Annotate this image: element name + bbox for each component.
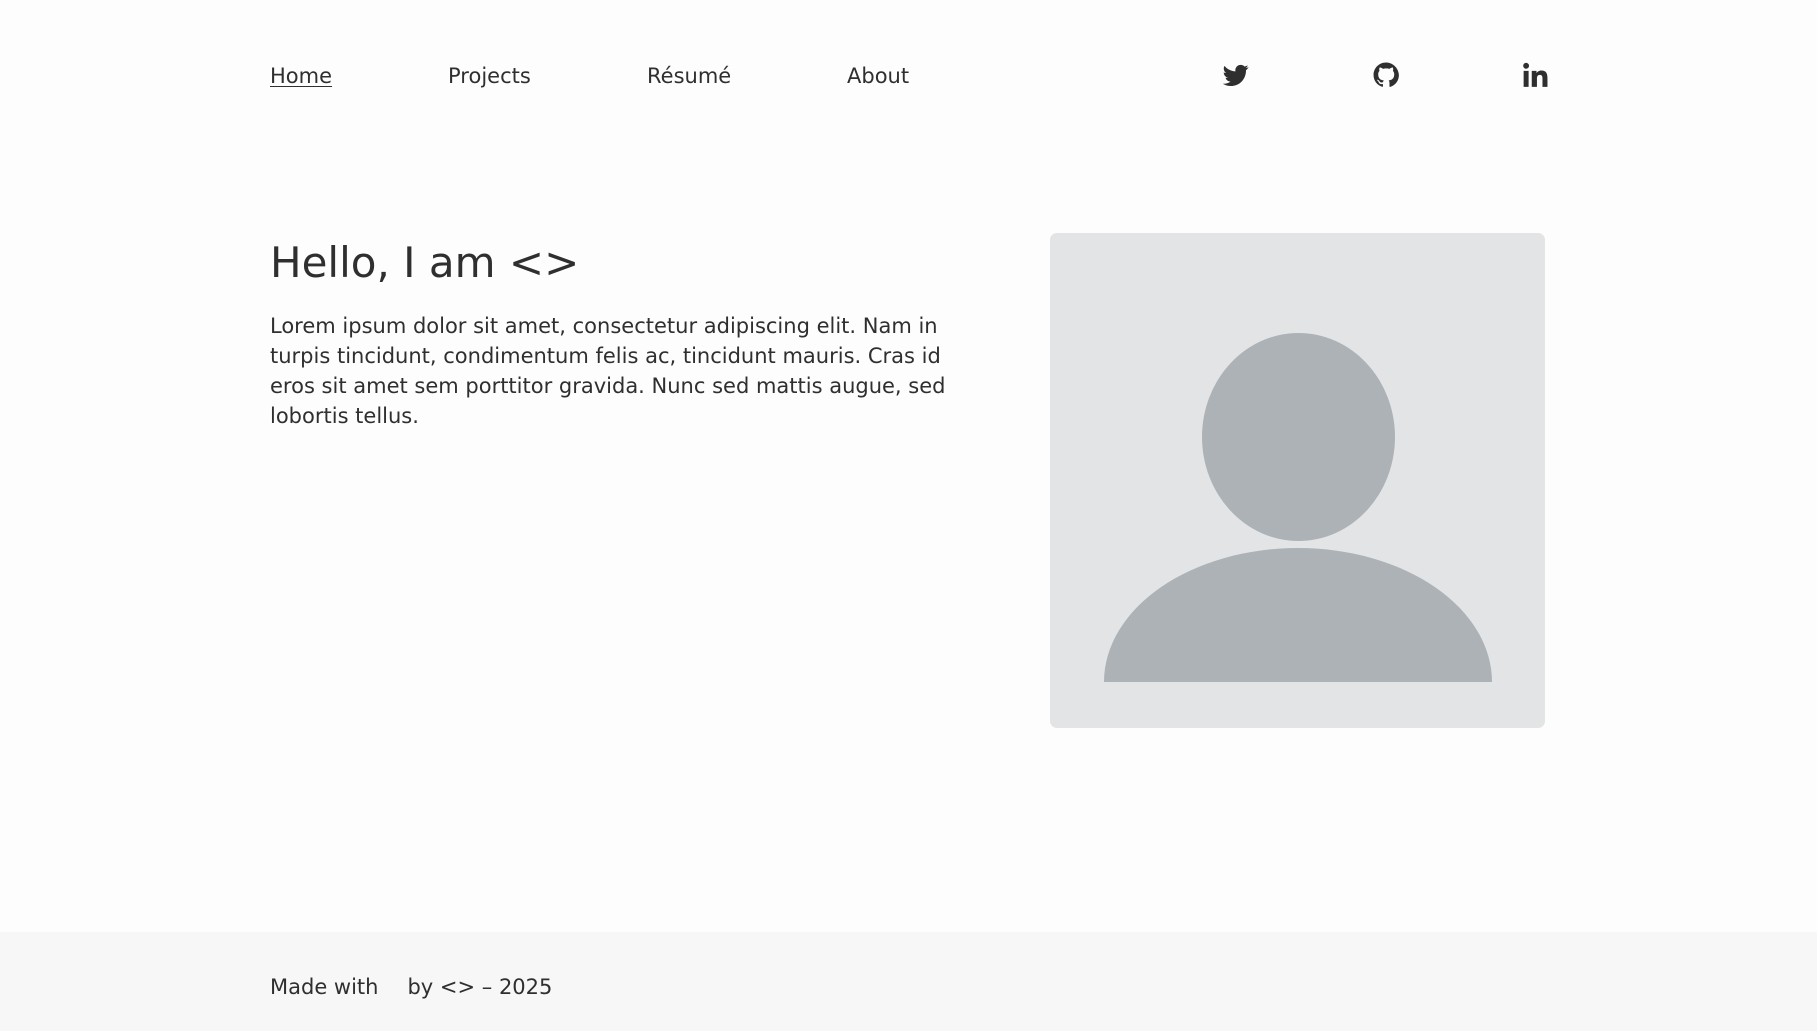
nav-link-home[interactable]: Home: [270, 62, 332, 90]
footer-made-with: Made with: [270, 975, 379, 999]
heart-icon: [383, 978, 402, 996]
avatar-head-shape: [1202, 333, 1395, 541]
avatar-body-shape: [1104, 548, 1492, 682]
hero-title: Hello, I am <>: [270, 238, 580, 287]
hero-description: Lorem ipsum dolor sit amet, consectetur …: [270, 314, 946, 428]
nav-link-projects[interactable]: Projects: [448, 62, 531, 90]
nav-link-about[interactable]: About: [847, 62, 909, 90]
linkedin-icon[interactable]: [1522, 62, 1548, 88]
footer-credit: Made with by <> – 2025: [270, 973, 552, 1001]
footer-by: by <> – 2025: [407, 975, 553, 999]
twitter-icon[interactable]: [1223, 62, 1249, 88]
nav-link-resume[interactable]: Résumé: [647, 62, 731, 90]
profile-avatar: [1050, 233, 1545, 728]
github-icon[interactable]: [1373, 62, 1399, 88]
